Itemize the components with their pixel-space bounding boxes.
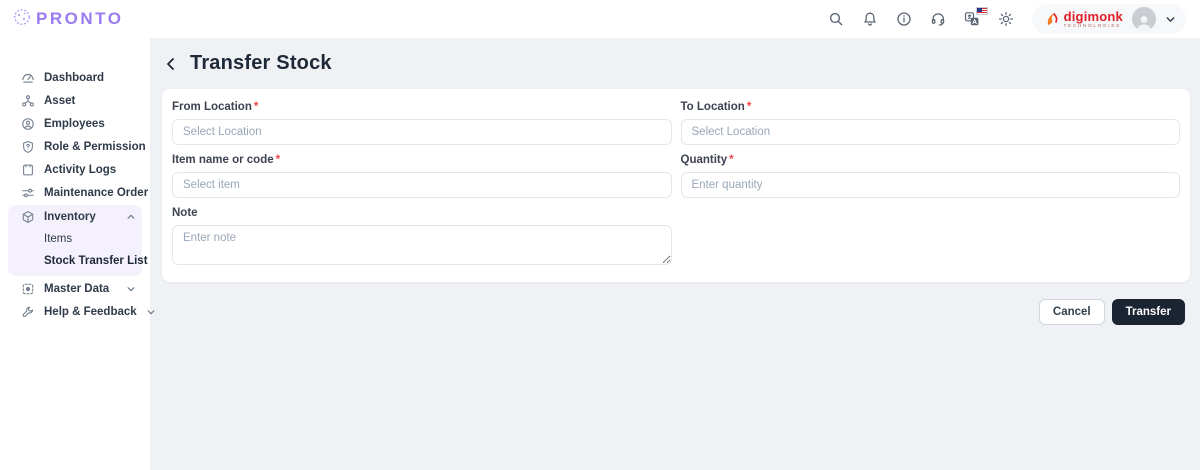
sidebar-item-maintenance-order[interactable]: Maintenance Order [8,181,142,204]
from-location-input[interactable] [172,119,672,145]
header-actions: digimonk TECHNOLOGIES [828,4,1186,34]
info-icon[interactable] [896,11,913,28]
field-quantity: Quantity* [681,154,1181,198]
to-location-input[interactable] [681,119,1181,145]
field-from-location: From Location* [172,101,672,145]
page-title: Transfer Stock [190,52,332,75]
sidebar-item-asset[interactable]: Asset [8,89,142,112]
item-name-input[interactable] [172,172,672,198]
field-label: To Location* [681,101,1181,113]
sidebar-item-label: Activity Logs [44,164,116,176]
required-asterisk: * [729,154,733,166]
field-label: Quantity* [681,154,1181,166]
us-flag-icon [976,7,988,15]
brand-name: PRONTO [36,9,123,29]
employees-icon [20,116,35,131]
sidebar-item-label: Asset [44,95,75,107]
back-arrow-icon[interactable] [162,55,180,73]
master-data-icon [20,281,35,296]
chevron-down-icon [146,307,156,317]
translate-icon[interactable] [964,11,981,28]
sidebar: Dashboard Asset Employees Role & Permiss… [0,38,150,470]
sidebar-item-label: Inventory [44,211,96,223]
sidebar-item-master-data[interactable]: Master Data [8,277,142,300]
page-header: Transfer Stock [162,52,1190,75]
asset-hierarchy-icon [20,93,35,108]
field-label: Note [172,207,672,219]
note-textarea[interactable] [172,225,672,265]
sidebar-item-role-permission[interactable]: Role & Permission [8,135,142,158]
sidebar-group-inventory: Inventory Items Stock Transfer List [8,205,142,276]
partner-tagline: TECHNOLOGIES [1064,24,1123,29]
app-header: PRONTO [0,0,1200,38]
note-label: Note [172,207,198,219]
activity-logs-icon [20,162,35,177]
main-content: Transfer Stock From Location* To Locatio… [150,38,1200,470]
pronto-globe-icon [12,7,32,32]
sidebar-item-dashboard[interactable]: Dashboard [8,66,142,89]
required-asterisk: * [747,101,751,113]
required-asterisk: * [254,101,258,113]
form-actions: Cancel Transfer [162,299,1190,325]
inventory-cube-icon [20,209,35,224]
chevron-down-icon [126,284,136,294]
quantity-label: Quantity [681,154,728,166]
brand-logo[interactable]: PRONTO [12,7,123,32]
chevron-up-icon [126,212,136,222]
to-location-label: To Location [681,101,745,113]
transfer-button[interactable]: Transfer [1112,299,1185,325]
sidebar-item-inventory[interactable]: Inventory [8,205,142,228]
sidebar-item-label: Employees [44,118,105,130]
chevron-down-icon[interactable] [1165,14,1176,25]
transfer-stock-form-card: From Location* To Location* Item name or… [162,89,1190,282]
digimonk-logo: digimonk TECHNOLOGIES [1044,10,1123,29]
partner-name: digimonk [1064,10,1123,23]
from-location-label: From Location [172,101,252,113]
maintenance-order-icon [20,185,35,200]
sidebar-subitem-items[interactable]: Items [8,228,142,250]
dashboard-icon [20,70,35,85]
role-permission-icon [20,139,35,154]
sidebar-item-employees[interactable]: Employees [8,112,142,135]
required-asterisk: * [276,154,280,166]
field-item-name: Item name or code* [172,154,672,198]
field-to-location: To Location* [681,101,1181,145]
theme-sun-icon[interactable] [998,11,1015,28]
notification-bell-icon[interactable] [862,11,879,28]
sidebar-item-label: Maintenance Order [44,187,148,199]
field-label: Item name or code* [172,154,672,166]
user-menu[interactable]: digimonk TECHNOLOGIES [1032,4,1186,34]
quantity-input[interactable] [681,172,1181,198]
field-note: Note [172,207,672,270]
sidebar-item-label: Dashboard [44,72,104,84]
sidebar-item-label: Master Data [44,283,109,295]
avatar[interactable] [1132,7,1156,31]
sidebar-subitem-stock-transfer-list[interactable]: Stock Transfer List [8,250,142,272]
help-wrench-icon [20,304,35,319]
search-icon[interactable] [828,11,845,28]
support-headset-icon[interactable] [930,11,947,28]
sidebar-item-activity-logs[interactable]: Activity Logs [8,158,142,181]
sidebar-item-help-feedback[interactable]: Help & Feedback [8,300,142,323]
sidebar-item-label: Help & Feedback [44,306,137,318]
sidebar-item-label: Role & Permission [44,141,146,153]
item-name-label: Item name or code [172,154,274,166]
field-label: From Location* [172,101,672,113]
cancel-button[interactable]: Cancel [1039,299,1105,325]
